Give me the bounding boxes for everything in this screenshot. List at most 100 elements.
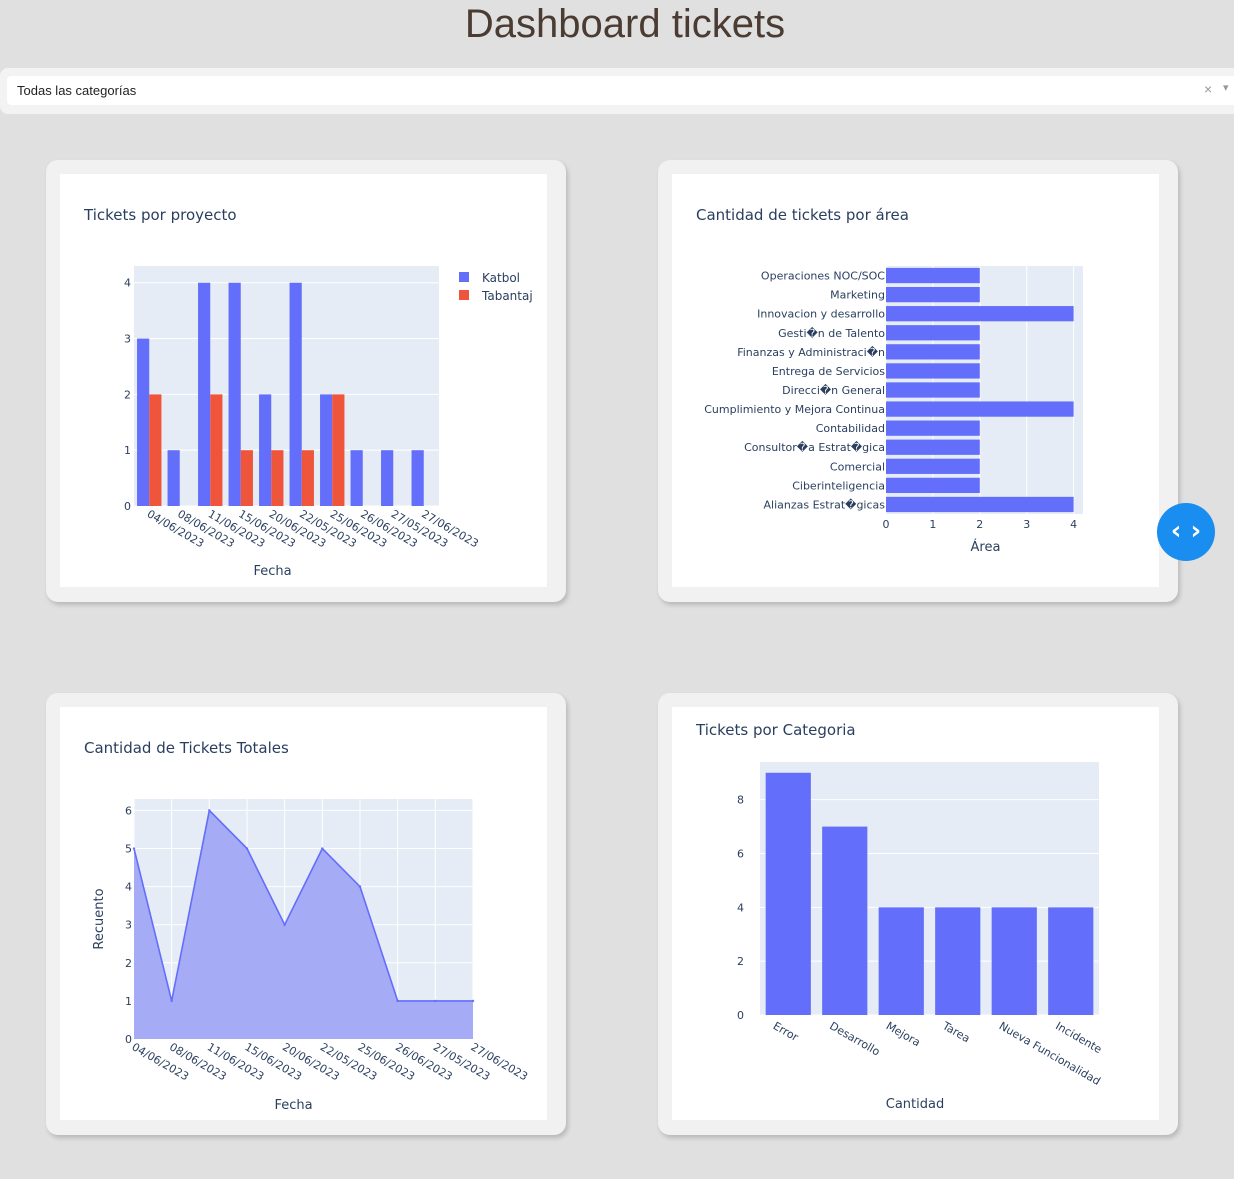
chevron-down-icon[interactable]: ▾ bbox=[1223, 81, 1229, 94]
y-tick-label: 0 bbox=[125, 1033, 132, 1046]
bar-katbol bbox=[411, 450, 424, 506]
chart-tickets-por-categoria-svg: Tickets por Categoria 0 2 4 6 8 Error Desarroll… bbox=[695, 721, 1104, 1112]
bar bbox=[886, 496, 1074, 513]
bar-katbol bbox=[259, 394, 272, 506]
code-brackets-icon[interactable]: ‹ › bbox=[1157, 503, 1215, 561]
y-tick-label: 6 bbox=[125, 804, 132, 817]
x-tick-label: 0 bbox=[883, 518, 890, 531]
bar bbox=[935, 907, 981, 1015]
y-tick-label: 4 bbox=[124, 277, 131, 290]
y-tick-label: 3 bbox=[124, 333, 131, 346]
category-dropdown[interactable]: Todas las categorías × ▾ bbox=[7, 76, 1234, 105]
chart-card-tickets-por-categoria: Tickets por Categoria 0 2 4 6 8 Error Desarroll… bbox=[658, 693, 1178, 1135]
clear-icon[interactable]: × bbox=[1204, 81, 1212, 97]
bar-katbol bbox=[198, 282, 211, 506]
data-point bbox=[434, 999, 437, 1003]
data-point bbox=[358, 885, 362, 888]
y-tick-label: 6 bbox=[737, 848, 744, 861]
data-point bbox=[132, 847, 136, 850]
bar bbox=[886, 325, 980, 341]
x-tick-label: 3 bbox=[1023, 518, 1030, 531]
chart-card-tickets-totales: Cantidad de Tickets Totales 0 1 2 3 4 5 6 04/06/… bbox=[46, 693, 566, 1135]
legend-label: Tabantaj bbox=[481, 289, 533, 303]
chart-title: Cantidad de tickets por área bbox=[696, 206, 909, 224]
y-tick-label: Marketing bbox=[830, 289, 885, 302]
chart-tickets-totales[interactable]: Cantidad de Tickets Totales 0 1 2 3 4 5 6 04/06/… bbox=[60, 707, 547, 1120]
y-tick-label: 3 bbox=[125, 919, 132, 932]
bar bbox=[991, 907, 1037, 1015]
x-tick-label: 1 bbox=[929, 518, 936, 531]
filter-bar: Todas las categorías × ▾ bbox=[0, 68, 1234, 114]
data-point bbox=[208, 809, 211, 812]
y-tick-label: Consultor�a Estrat�gica bbox=[744, 441, 885, 454]
chart-tickets-por-proyecto[interactable]: Tickets por proyecto 0 1 2 3 4 04/06/2023 08/06… bbox=[60, 174, 547, 587]
y-tick-label: Finanzas y Administraci�n bbox=[737, 346, 885, 359]
chart-tickets-por-area-svg: Cantidad de tickets por área 0 1 2 3 4 Operaci… bbox=[696, 206, 1083, 555]
chart-card-tickets-por-proyecto: Tickets por proyecto 0 1 2 3 4 04/06/2023 08/06… bbox=[46, 160, 566, 602]
x-tick-label: Desarrollo bbox=[827, 1019, 882, 1058]
bar bbox=[886, 382, 980, 398]
bar bbox=[886, 477, 980, 494]
chart-tickets-por-proyecto-svg: Tickets por proyecto0123404/06/202308/06… bbox=[83, 206, 533, 579]
chart-tickets-por-area[interactable]: Cantidad de tickets por área 0 1 2 3 4 Operaci… bbox=[672, 174, 1159, 587]
bar bbox=[886, 267, 980, 284]
y-axis-title: Recuento bbox=[92, 888, 107, 949]
y-tick-label: 5 bbox=[125, 843, 132, 856]
y-tick-label: 8 bbox=[737, 794, 744, 807]
bar-katbol bbox=[320, 394, 333, 506]
y-tick-label: Alianzas Estrat�gicas bbox=[764, 498, 886, 511]
y-tick-label: 1 bbox=[124, 444, 131, 457]
x-axis-title: Área bbox=[971, 539, 1001, 555]
legend-label: Katbol bbox=[482, 271, 520, 285]
y-tick-label: Direcci�n General bbox=[782, 384, 885, 397]
y-tick-label: 4 bbox=[125, 881, 132, 894]
data-point bbox=[245, 847, 249, 850]
y-tick-label: 2 bbox=[125, 957, 132, 970]
y-tick-label: Ciberinteligencia bbox=[792, 479, 885, 492]
bar-tabantaj bbox=[271, 450, 284, 506]
x-axis-title: Fecha bbox=[253, 564, 291, 579]
bar bbox=[886, 306, 1074, 322]
x-tick-label: Error bbox=[771, 1019, 801, 1044]
legend-swatch-katbol bbox=[459, 272, 469, 282]
bar bbox=[886, 458, 980, 474]
bar bbox=[886, 439, 980, 455]
chart-title: Tickets por proyecto bbox=[83, 206, 237, 224]
bar bbox=[822, 826, 868, 1015]
x-axis-title: Cantidad bbox=[886, 1097, 944, 1112]
y-tick-label: Contabilidad bbox=[816, 422, 885, 435]
bar bbox=[886, 286, 980, 303]
y-tick-label: 4 bbox=[737, 901, 744, 914]
data-point bbox=[283, 923, 286, 926]
bar-tabantaj bbox=[332, 394, 345, 506]
bar-katbol bbox=[289, 282, 302, 506]
bar bbox=[886, 363, 980, 379]
y-tick-label: 0 bbox=[737, 1009, 744, 1022]
y-tick-label: 2 bbox=[737, 955, 744, 968]
data-point bbox=[170, 999, 173, 1003]
bar bbox=[878, 907, 924, 1015]
page-title: Dashboard tickets bbox=[464, 2, 786, 46]
bar bbox=[1048, 907, 1094, 1015]
chart-title: Cantidad de Tickets Totales bbox=[84, 739, 289, 757]
x-tick-label: Nueva Funcionalidad bbox=[997, 1019, 1103, 1088]
x-tick-label: 4 bbox=[1070, 518, 1077, 531]
data-point bbox=[321, 847, 324, 850]
y-tick-label: Operaciones NOC/SOC bbox=[761, 270, 885, 283]
x-tick-label: Incidente bbox=[1053, 1019, 1104, 1056]
y-tick-label: Entrega de Servicios bbox=[772, 365, 885, 378]
data-point bbox=[396, 999, 399, 1003]
bar-katbol bbox=[381, 450, 394, 506]
bar-tabantaj bbox=[210, 394, 223, 506]
data-point bbox=[471, 999, 475, 1003]
legend-swatch-tabantaj bbox=[459, 290, 469, 300]
y-tick-label: Gesti�n de Talento bbox=[778, 327, 885, 340]
y-tick-label: 0 bbox=[124, 500, 131, 513]
y-tick-label: Innovacion y desarrollo bbox=[757, 308, 885, 321]
chart-tickets-por-categoria[interactable]: Tickets por Categoria 0 2 4 6 8 Error Desarroll… bbox=[672, 707, 1159, 1120]
bar-katbol bbox=[167, 450, 180, 506]
y-tick-label: 2 bbox=[124, 388, 131, 401]
category-dropdown-value: Todas las categorías bbox=[17, 83, 137, 98]
y-tick-label: 1 bbox=[125, 995, 132, 1008]
bar-katbol bbox=[350, 450, 363, 506]
